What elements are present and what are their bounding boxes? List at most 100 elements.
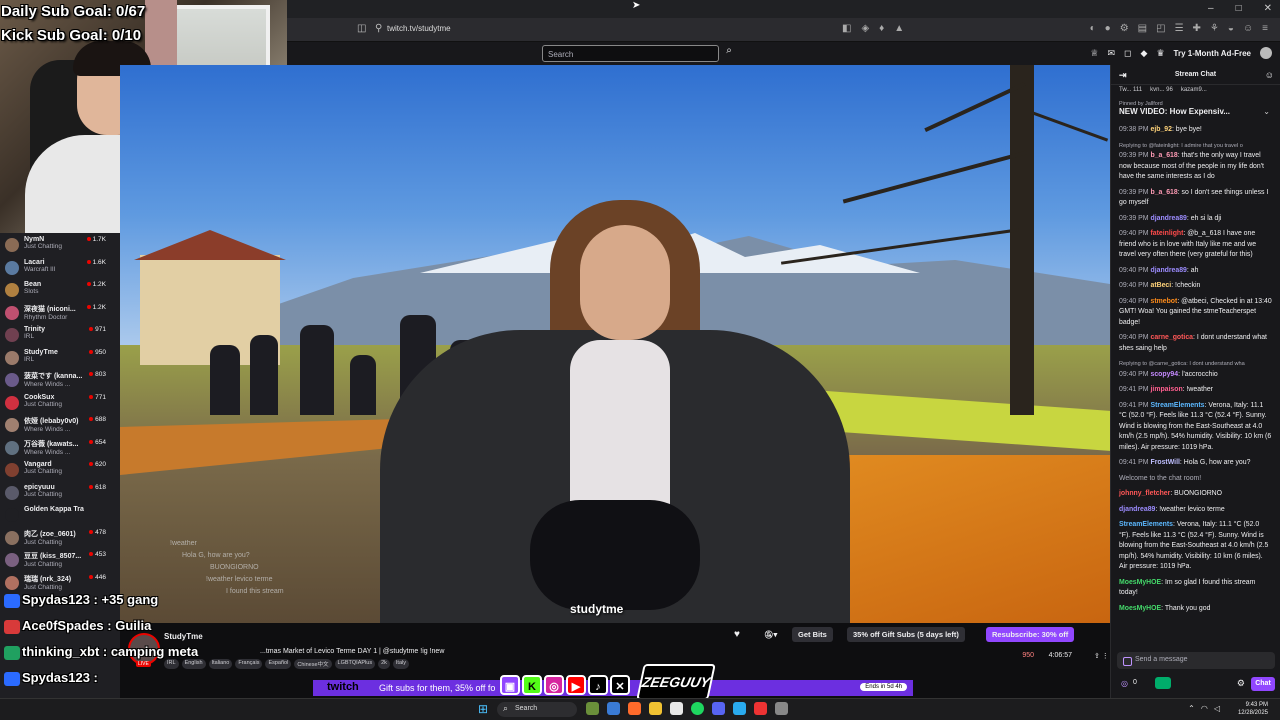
gift-subs-button[interactable]: 35% off Gift Subs (5 days left) [847,627,965,642]
chat-username[interactable]: johnny_fletcher [1119,490,1170,497]
folder-app-icon[interactable] [649,702,662,715]
chat-username[interactable]: b_a_618 [1151,152,1178,159]
extension-icon[interactable]: ⚙ [1120,23,1129,34]
stream-tag[interactable]: IRL [164,659,179,669]
brave-shield-icon[interactable]: ♦ [879,23,884,34]
stream-tag[interactable]: LGBTQIAPlus [334,659,376,669]
ad-free-button[interactable]: Try 1-Month Ad-Free [1174,49,1251,58]
chat-username[interactable]: fateinlight [1151,230,1184,237]
chat-message[interactable]: 09:41 PM StreamElements: Verona, Italy: 1… [1119,401,1272,454]
follow-heart-icon[interactable]: ♥ [734,629,740,640]
chat-message[interactable]: StreamElements: Verona, Italy: 11.1 °C (… [1119,520,1272,573]
extension-icon[interactable]: ◒ [1228,23,1234,34]
stream-tag[interactable]: Français [235,659,263,669]
top-gifter[interactable]: kazam9... [1181,87,1207,97]
sidebar-channel[interactable]: Golden Kappa Train [0,503,120,526]
bookmark-icon[interactable]: ◫ [357,23,366,34]
whispers-icon[interactable]: ◻ [1124,48,1131,59]
bits-icon[interactable]: ◆ [1141,48,1148,59]
extension-icon[interactable]: ● [1105,23,1111,34]
chat-message[interactable]: MoesMyHOE: Im so glad I found this strea… [1119,578,1272,599]
sidebar-channel[interactable]: 菠菜です (kanna... Where Winds ... 803 [0,368,120,391]
chat-username[interactable]: djandrea89 [1151,215,1187,222]
chat-username[interactable]: scopy94 [1151,371,1179,378]
app-icon[interactable] [670,702,683,715]
chat-message[interactable]: Replying to @fateinlight: I admire that … [1119,141,1272,183]
chat-message[interactable]: 09:40 PM djandrea89: ah [1119,266,1272,277]
sidebar-channel[interactable]: epicyuuu Just Chatting 618 [0,481,120,504]
extension-icon[interactable]: ▤ [1138,23,1147,34]
chat-message[interactable]: 09:39 PM djandrea89: eh si la dji [1119,214,1272,225]
notifications-icon[interactable]: ✉ [1107,48,1115,59]
resubscribe-button[interactable]: Resubscribe: 30% off [986,627,1075,642]
chat-message[interactable]: Welcome to the chat room! [1119,474,1272,485]
chat-username[interactable]: stmebot [1151,298,1178,305]
site-info-icon[interactable]: ⚲ [375,23,382,34]
sidebar-channel[interactable]: Trinity IRL 971 [0,323,120,346]
search-input[interactable]: Search [542,45,719,62]
chat-message[interactable]: 09:40 PM carne_gotica: I dont understand … [1119,333,1272,354]
chat-message[interactable]: johnny_fletcher: BUONGIORNO [1119,489,1272,500]
sidebar-channel[interactable]: Vangard Just Chatting 620 [0,458,120,481]
chat-message[interactable]: 09:40 PM atBeci: !checkin [1119,281,1272,292]
start-icon[interactable]: ⊞ [478,702,488,716]
app-icon[interactable] [586,702,599,715]
collapse-chat-icon[interactable]: ⇥ [1119,70,1127,81]
chat-username[interactable]: djandrea89 [1119,506,1155,513]
channel-points-icon[interactable]: ◎ [1121,679,1128,688]
reader-icon[interactable]: ◧ [842,23,851,34]
prime-icon[interactable]: ♕ [1090,48,1098,59]
extension-icon[interactable]: ◐ [1090,23,1096,34]
maximize-button[interactable]: □ [1236,3,1242,14]
share-icon[interactable]: ⇪ ⋮ [1094,652,1110,660]
extension-icon[interactable]: ☺ [1243,23,1253,34]
chat-username[interactable]: MoesMyHOE [1119,605,1161,612]
chevron-down-icon[interactable]: ⌄ [1263,107,1270,116]
avatar[interactable] [1260,47,1272,59]
sidebar-channel[interactable]: 依娅 (lebaby0v0) Where Winds ... 688 [0,413,120,436]
chat-username[interactable]: ejb_92 [1151,126,1172,133]
discord-app-icon[interactable] [712,702,725,715]
settings-icon[interactable]: ⚙ [1237,678,1245,689]
app-icon[interactable] [607,702,620,715]
app-icon[interactable] [754,702,767,715]
top-gifter[interactable]: kvn... 96 [1150,87,1173,97]
chevron-up-icon[interactable]: ⌃ [1188,704,1195,713]
chat-username[interactable]: MoesMyHOE [1119,579,1161,586]
stream-tag[interactable]: Italiano [208,659,233,669]
extension-icon[interactable]: ◰ [1156,23,1165,34]
chat-send-button[interactable]: Chat [1251,677,1275,691]
chat-message[interactable]: 09:40 PM stmebot: @atbeci, Checked in at … [1119,297,1272,329]
taskbar-search[interactable]: Search [497,702,577,717]
app-icon[interactable] [775,702,788,715]
rewards-icon[interactable]: ▲ [894,23,904,34]
telegram-app-icon[interactable] [733,702,746,715]
chat-username[interactable]: djandrea89 [1151,267,1187,274]
pinned-message[interactable]: Pinned by Jallford NEW VIDEO: How Expens… [1111,99,1280,125]
chat-username[interactable]: StreamElements [1119,521,1173,528]
sidebar-channel[interactable]: NymN Just Chatting 1.7K [0,233,120,256]
menu-icon[interactable]: ≡ [1262,23,1268,34]
wifi-icon[interactable]: ◠ [1201,704,1208,713]
stream-tag[interactable]: 2k [378,659,390,669]
get-bits-button[interactable]: Get Bits [792,627,833,642]
search-button[interactable]: ⌕ [720,45,738,62]
volume-icon[interactable]: ◁ [1214,704,1220,713]
chat-username[interactable]: FrostWill [1151,459,1180,466]
chat-message[interactable]: Replying to @carne_gotica: I dont unders… [1119,359,1272,380]
chat-input[interactable]: Send a message [1117,652,1275,669]
bonus-points-button[interactable] [1155,677,1171,689]
sidebar-channel[interactable]: 肉乙 (zoe_0601) Just Chatting 478 [0,526,120,549]
top-gifter[interactable]: Tw... 111 [1119,87,1142,97]
chat-message[interactable]: 09:41 PM FrostWill: Hola G, how are you? [1119,458,1272,469]
shield-icon[interactable]: ◈ [861,23,869,34]
chat-username[interactable]: carne_gotica [1151,334,1194,341]
sidebar-channel[interactable]: Lacari Warcraft III 1.6K [0,256,120,279]
chat-username[interactable]: atBeci [1151,282,1172,289]
sidebar-channel[interactable]: 万谷薇 (kawats... Where Winds ... 654 [0,436,120,459]
sidebar-channel[interactable]: CookSux Just Chatting 771 [0,391,120,414]
minimize-button[interactable]: – [1208,3,1214,14]
chat-message[interactable]: MoesMyHOE: Thank you god [1119,604,1272,615]
extension-icon[interactable]: ☰ [1175,23,1184,34]
stream-tag[interactable]: Italy [392,659,409,669]
